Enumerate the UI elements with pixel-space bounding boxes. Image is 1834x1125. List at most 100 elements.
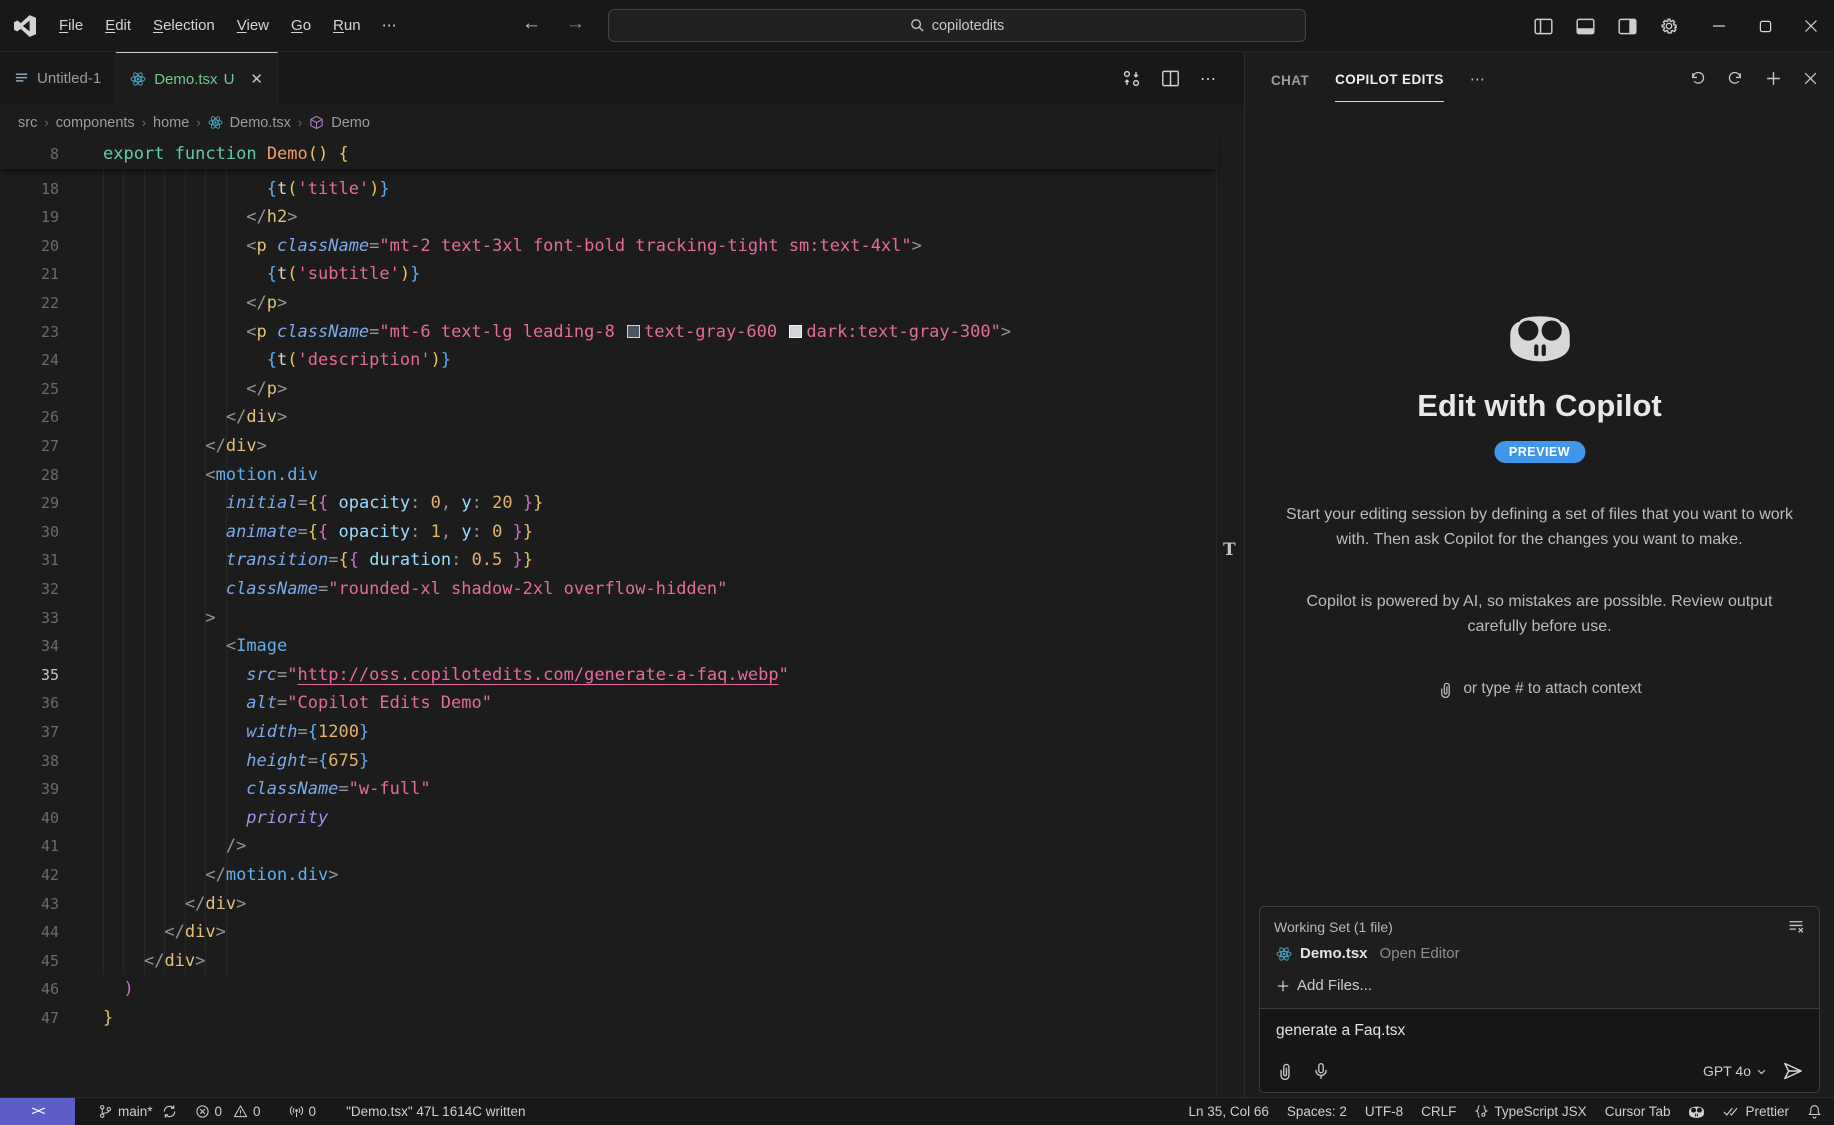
- code-text[interactable]: <Image: [103, 632, 287, 661]
- code-text[interactable]: transition={{ duration: 0.5 }}: [103, 546, 533, 575]
- code-line[interactable]: 42 </motion.div>: [0, 861, 1216, 890]
- code-text[interactable]: ): [103, 975, 134, 1004]
- tab-close-icon[interactable]: ✕: [250, 70, 263, 88]
- line-number[interactable]: 44: [0, 918, 59, 947]
- navigate-back-icon[interactable]: ←: [522, 13, 541, 35]
- code-text[interactable]: height={675}: [103, 747, 369, 776]
- code-line[interactable]: 20 <p className="mt-2 text-3xl font-bold…: [0, 232, 1216, 261]
- code-line[interactable]: 33 >: [0, 604, 1216, 633]
- navigate-forward-icon[interactable]: →: [566, 13, 585, 35]
- git-branch-status[interactable]: main*: [89, 1098, 162, 1125]
- code-text[interactable]: <motion.div: [103, 461, 318, 490]
- menu-go[interactable]: Go: [280, 12, 322, 39]
- code-editor[interactable]: 17 <h2 className="text-base font-semibol…: [0, 140, 1244, 1097]
- chat-input-value[interactable]: generate a Faq.tsx: [1276, 1022, 1803, 1040]
- cursor-position[interactable]: Ln 35, Col 66: [1180, 1098, 1278, 1125]
- settings-gear-icon[interactable]: [1654, 11, 1684, 41]
- breadcrumb-components[interactable]: components: [56, 115, 135, 131]
- notifications-bell-icon[interactable]: [1798, 1098, 1834, 1125]
- chat-input-box[interactable]: generate a Faq.tsx GPT 4o: [1260, 1008, 1819, 1092]
- send-icon[interactable]: [1783, 1061, 1803, 1081]
- code-text[interactable]: </div>: [103, 432, 267, 461]
- window-maximize-icon[interactable]: [1742, 0, 1788, 52]
- microphone-icon[interactable]: [1312, 1062, 1330, 1080]
- code-text[interactable]: />: [103, 832, 246, 861]
- new-session-icon[interactable]: [1765, 70, 1782, 87]
- code-line[interactable]: 40 priority: [0, 804, 1216, 833]
- line-number[interactable]: 37: [0, 718, 59, 747]
- code-line[interactable]: 23 <p className="mt-6 text-lg leading-8 …: [0, 318, 1216, 347]
- code-text[interactable]: {t('description')}: [103, 346, 451, 375]
- line-number[interactable]: 29: [0, 489, 59, 518]
- window-minimize-icon[interactable]: [1696, 0, 1742, 52]
- line-number[interactable]: 18: [0, 175, 59, 204]
- code-text[interactable]: </div>: [103, 403, 287, 432]
- line-number[interactable]: 8: [0, 140, 59, 169]
- line-number[interactable]: 23: [0, 318, 59, 347]
- code-text[interactable]: </p>: [103, 375, 287, 404]
- code-line[interactable]: 27 </div>: [0, 432, 1216, 461]
- code-line[interactable]: 39 className="w-full": [0, 775, 1216, 804]
- code-text[interactable]: className="w-full": [103, 775, 431, 804]
- split-editor-icon[interactable]: [1161, 69, 1180, 88]
- code-text[interactable]: export function Demo() {: [103, 140, 349, 169]
- line-number[interactable]: 34: [0, 632, 59, 661]
- line-number[interactable]: 47: [0, 1004, 59, 1033]
- line-number[interactable]: 35: [0, 661, 59, 690]
- code-line[interactable]: 36 alt="Copilot Edits Demo": [0, 689, 1216, 718]
- line-number[interactable]: 45: [0, 947, 59, 976]
- menu-run[interactable]: Run: [322, 12, 372, 39]
- code-line[interactable]: 45 </div>: [0, 947, 1216, 976]
- editor-scrollbar[interactable]: T: [1216, 140, 1244, 1097]
- ports-status[interactable]: 0: [280, 1098, 326, 1125]
- code-text[interactable]: initial={{ opacity: 0, y: 20 }}: [103, 489, 543, 518]
- tab-demo-tsx[interactable]: Demo.tsx U ✕: [116, 52, 278, 105]
- line-number[interactable]: 24: [0, 346, 59, 375]
- code-line[interactable]: 24 {t('description')}: [0, 346, 1216, 375]
- line-number[interactable]: 39: [0, 775, 59, 804]
- line-number[interactable]: 42: [0, 861, 59, 890]
- code-line[interactable]: 43 </div>: [0, 890, 1216, 919]
- eol-setting[interactable]: CRLF: [1412, 1098, 1465, 1125]
- window-close-icon[interactable]: [1788, 0, 1834, 52]
- code-line[interactable]: 41 />: [0, 832, 1216, 861]
- code-text[interactable]: animate={{ opacity: 1, y: 0 }}: [103, 518, 533, 547]
- menu-file[interactable]: File: [48, 12, 94, 39]
- editor-more-actions-icon[interactable]: ⋯: [1200, 69, 1216, 89]
- breadcrumb-symbol[interactable]: Demo: [331, 115, 370, 131]
- sync-changes[interactable]: [162, 1098, 186, 1125]
- line-number[interactable]: 19: [0, 203, 59, 232]
- working-set-file-row[interactable]: Demo.tsx Open Editor: [1260, 938, 1819, 965]
- code-text[interactable]: </div>: [103, 947, 205, 976]
- code-line[interactable]: 25 </p>: [0, 375, 1216, 404]
- toggle-panel-icon[interactable]: [1570, 11, 1600, 41]
- code-text[interactable]: priority: [103, 804, 328, 833]
- code-text[interactable]: </p>: [103, 289, 287, 318]
- code-text[interactable]: src="http://oss.copilotedits.com/generat…: [103, 661, 789, 690]
- line-number[interactable]: 21: [0, 260, 59, 289]
- indentation-setting[interactable]: Spaces: 2: [1278, 1098, 1356, 1125]
- code-text[interactable]: width={1200}: [103, 718, 369, 747]
- open-changes-icon[interactable]: [1122, 69, 1141, 88]
- toggle-primary-sidebar-icon[interactable]: [1528, 11, 1558, 41]
- code-line[interactable]: 28 <motion.div: [0, 461, 1216, 490]
- line-number[interactable]: 36: [0, 689, 59, 718]
- line-number[interactable]: 30: [0, 518, 59, 547]
- code-line[interactable]: 35 src="http://oss.copilotedits.com/gene…: [0, 661, 1216, 690]
- code-text[interactable]: </div>: [103, 918, 226, 947]
- cursor-tab-status[interactable]: Cursor Tab: [1596, 1098, 1680, 1125]
- attach-file-icon[interactable]: [1276, 1062, 1294, 1080]
- line-number[interactable]: 31: [0, 546, 59, 575]
- command-center-search[interactable]: copilotedits: [608, 9, 1306, 42]
- clear-working-set-icon[interactable]: [1788, 918, 1805, 935]
- code-text[interactable]: className="rounded-xl shadow-2xl overflo…: [103, 575, 727, 604]
- menu-selection[interactable]: Selection: [142, 12, 226, 39]
- code-line[interactable]: 19 </h2>: [0, 203, 1216, 232]
- code-line[interactable]: 32 className="rounded-xl shadow-2xl over…: [0, 575, 1216, 604]
- line-number[interactable]: 26: [0, 403, 59, 432]
- line-number[interactable]: 28: [0, 461, 59, 490]
- code-line[interactable]: 18 {t('title')}: [0, 175, 1216, 204]
- line-number[interactable]: 27: [0, 432, 59, 461]
- code-text[interactable]: >: [103, 604, 216, 633]
- code-text[interactable]: }: [103, 1004, 113, 1033]
